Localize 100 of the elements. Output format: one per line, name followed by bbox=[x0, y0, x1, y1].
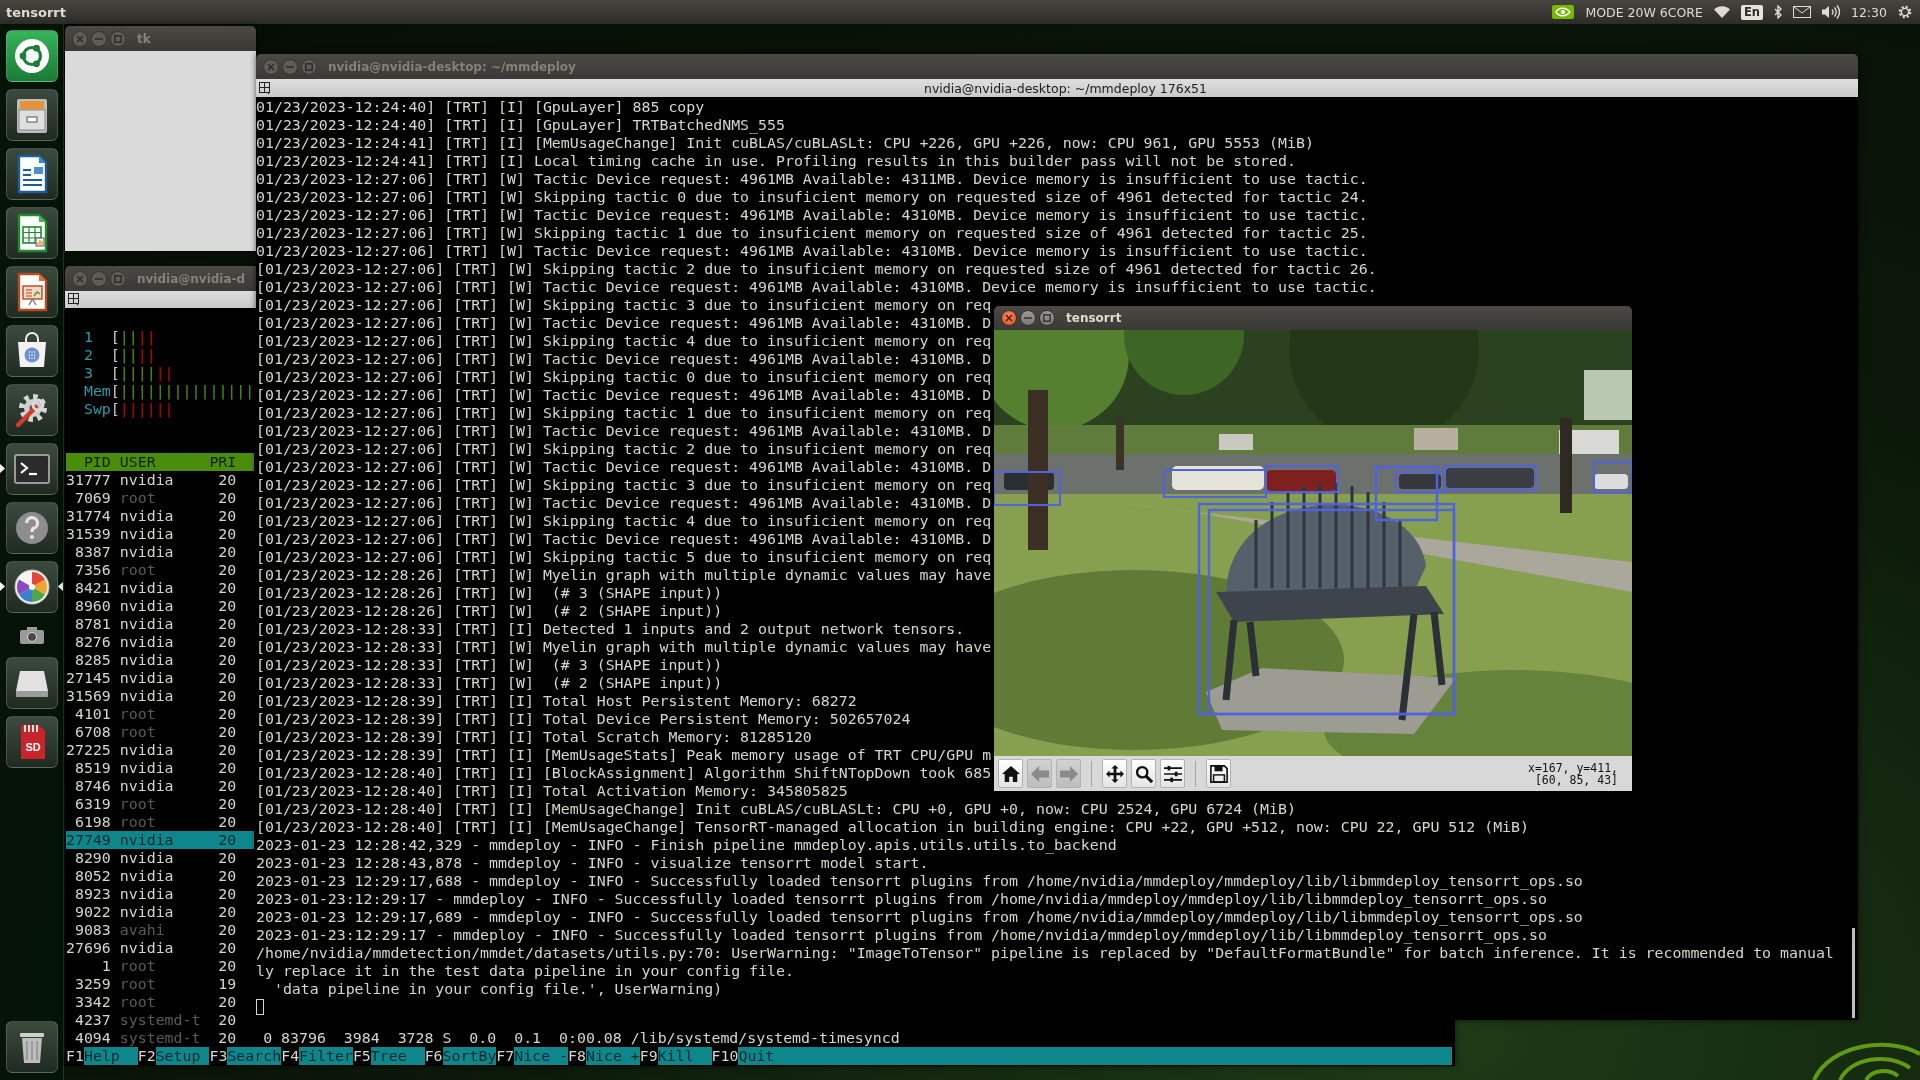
power-mode-label[interactable]: MODE 20W 6CORE bbox=[1585, 4, 1703, 20]
key-label: F4 bbox=[281, 1047, 300, 1065]
terminal-line: [01/23/2023-12:27:06] [TRT] [W] Tactic Device request: 4961MB Available: 4310MB. D bbox=[256, 314, 992, 332]
process-row[interactable]: 4094 systemd-t 20 0 83796 3984 3728 S 0.0 0.1 0:00.08 /lib/systemd/systemd-timesyncd bbox=[66, 1029, 900, 1047]
process-row[interactable]: 6198 root 20 bbox=[66, 813, 254, 831]
process-row[interactable]: 1 root 20 bbox=[66, 957, 254, 975]
launcher-button[interactable] bbox=[5, 561, 58, 613]
process-row[interactable]: 6319 root 20 bbox=[66, 795, 254, 813]
configure-button[interactable] bbox=[1160, 759, 1185, 788]
volume-icon[interactable] bbox=[1821, 5, 1840, 19]
process-row[interactable]: 6708 root 20 bbox=[66, 723, 254, 741]
function-key-button[interactable]: Tree bbox=[370, 1047, 425, 1065]
mail-icon[interactable] bbox=[1792, 6, 1811, 18]
scrollbar-thumb[interactable] bbox=[1852, 928, 1855, 1018]
terminal-line: [01/23/2023-12:28:39] [TRT] [I] Total Scratch Memory: 81285120 bbox=[256, 728, 812, 746]
table-header[interactable]: PID USER PRI bbox=[66, 453, 254, 471]
function-key-button[interactable]: Nice + bbox=[586, 1047, 640, 1065]
keyboard-layout-indicator[interactable]: En bbox=[1740, 4, 1763, 20]
terminal-line: [01/23/2023-12:28:26] [TRT] [W] (# 2 (SHAPE input)) bbox=[256, 602, 723, 620]
process-row[interactable]: 8052 nvidia 20 bbox=[66, 867, 254, 885]
minimize-icon bbox=[95, 277, 103, 280]
launcher-button[interactable] bbox=[5, 266, 58, 318]
wifi-icon[interactable] bbox=[1713, 6, 1730, 18]
process-row[interactable]: 27696 nvidia 20 bbox=[66, 939, 254, 957]
process-row[interactable]: 8923 nvidia 20 bbox=[66, 885, 254, 903]
terminal-line: 2023-01-23 12:29:17,689 - mmdeploy - INFO - Successfully loaded tensorrt plugins from /home/nvidia/mmdeploy/mmdeploy/lib/libmmdeploy_tensorrt_ops.so bbox=[256, 908, 1583, 926]
process-row[interactable]: 8781 nvidia 20 bbox=[66, 615, 254, 633]
process-row[interactable]: 31539 nvidia 20 bbox=[66, 525, 254, 543]
zoom-button[interactable] bbox=[1131, 759, 1156, 788]
function-key-button[interactable]: SortBy bbox=[442, 1047, 497, 1065]
launcher-button[interactable] bbox=[5, 657, 58, 709]
launcher-button[interactable] bbox=[5, 89, 58, 141]
process-row[interactable]: 8387 nvidia 20 bbox=[66, 543, 254, 561]
process-row[interactable]: 8290 nvidia 20 bbox=[66, 849, 254, 867]
meter-value-label: [|||||| bbox=[110, 400, 174, 418]
window-title: nvidia@nvidia-d bbox=[137, 271, 246, 286]
process-row[interactable]: 8421 nvidia 20 bbox=[66, 579, 254, 597]
terminal-line: [01/23/2023-12:28:40] [TRT] [I] [MemUsageChange] Init cuBLAS/cuBLASLt: CPU +0, GPU +0, now: CPU 2524, GPU 6724 (MiB) bbox=[256, 800, 1296, 818]
terminal-line: 2023-01-23 12:28:42,329 - mmdeploy - INFO - Finish pipeline mmdeploy.apis.utils.utils.to_backend bbox=[256, 836, 1117, 854]
pinwheel-icon bbox=[11, 567, 52, 607]
process-row[interactable]: 8285 nvidia 20 bbox=[66, 651, 254, 669]
terminal-line: [01/23/2023-12:27:06] [TRT] [W] Skipping tactic 4 due to insuficient memory on req bbox=[256, 332, 992, 350]
pan-button[interactable] bbox=[1102, 759, 1127, 788]
home-button[interactable] bbox=[998, 759, 1023, 788]
text-cursor-icon bbox=[256, 999, 264, 1015]
process-row[interactable]: 3259 root 19 bbox=[66, 975, 254, 993]
launcher-button[interactable] bbox=[5, 207, 58, 259]
close-button[interactable] bbox=[1001, 310, 1017, 326]
launcher-button[interactable] bbox=[5, 325, 58, 377]
launcher-button[interactable] bbox=[5, 384, 58, 436]
key-label: F1 bbox=[66, 1047, 84, 1065]
terminal-line: [01/23/2023-12:28:39] [TRT] [I] Total Device Persistent Memory: 502657024 bbox=[256, 710, 911, 728]
launcher-button[interactable] bbox=[5, 443, 58, 495]
function-key-button[interactable]: Kill bbox=[657, 1047, 712, 1065]
process-row[interactable]: 27225 nvidia 20 bbox=[66, 741, 254, 759]
process-row[interactable]: 9083 avahi 20 bbox=[66, 921, 254, 939]
launcher-button[interactable] bbox=[5, 1021, 58, 1073]
process-row[interactable]: 31777 nvidia 20 bbox=[66, 471, 254, 489]
terminal-line: 2023-01-23:12:29:17 - mmdeploy - INFO - Successfully loaded tensorrt plugins from /home/nvidia/mmdeploy/mmdeploy/lib/libmmdeploy_tensorrt_ops.so bbox=[256, 890, 1547, 908]
terminal-line: 01/23/2023-12:24:40] [TRT] [I] [GpuLayer] TRTBatchedNMS_555 bbox=[256, 116, 785, 134]
pixel-value: [60, 85, 43] bbox=[1534, 773, 1618, 786]
launcher-button[interactable] bbox=[5, 148, 58, 200]
function-key-button[interactable]: Help bbox=[83, 1047, 138, 1065]
meter-label: 3 bbox=[83, 364, 94, 382]
process-row[interactable]: 8519 nvidia 20 bbox=[66, 759, 254, 777]
maximize-button[interactable] bbox=[1039, 310, 1055, 326]
process-row[interactable]: 3342 root 20 bbox=[66, 993, 254, 1011]
process-row[interactable]: 4237 systemd-t 20 bbox=[66, 1011, 254, 1029]
window-title: nvidia@nvidia-desktop: ~/mmdeploy bbox=[328, 59, 576, 74]
maximize-icon bbox=[305, 62, 313, 71]
terminal-line: [01/23/2023-12:28:39] [TRT] [I] Total Host Persistent Memory: 68272 bbox=[256, 692, 857, 710]
launcher-button[interactable]: SD bbox=[5, 716, 58, 768]
process-row[interactable]: 7356 root 20 bbox=[66, 561, 254, 579]
bluetooth-icon[interactable] bbox=[1773, 5, 1782, 19]
function-key-button[interactable]: Filter bbox=[299, 1047, 353, 1065]
process-row[interactable]: 8746 nvidia 20 bbox=[66, 777, 254, 795]
function-key-button[interactable]: Setup bbox=[155, 1047, 210, 1065]
process-row[interactable]: 7069 root 20 bbox=[66, 489, 254, 507]
clock[interactable]: 12:30 bbox=[1850, 4, 1887, 20]
process-row[interactable]: 31569 nvidia 20 bbox=[66, 687, 254, 705]
launcher-button[interactable] bbox=[5, 502, 58, 554]
process-row[interactable]: 27749 nvidia 20 bbox=[66, 831, 254, 849]
close-icon bbox=[76, 34, 84, 43]
settings-icon[interactable] bbox=[1898, 5, 1912, 19]
launcher-button[interactable] bbox=[5, 30, 58, 82]
save-button[interactable] bbox=[1206, 759, 1231, 788]
sliders-icon bbox=[1163, 764, 1182, 783]
minimize-button[interactable] bbox=[1020, 310, 1036, 326]
meter-value-label: [||||||||||||||| bbox=[110, 382, 255, 400]
process-row[interactable]: 8960 nvidia 20 bbox=[66, 597, 254, 615]
function-key-button[interactable]: Quit bbox=[738, 1047, 793, 1065]
process-row[interactable]: 9022 nvidia 20 bbox=[66, 903, 254, 921]
function-key-button[interactable]: Search bbox=[227, 1047, 282, 1065]
function-key-button[interactable]: Nice - bbox=[514, 1047, 569, 1065]
process-row[interactable]: 4101 root 20 bbox=[66, 705, 254, 723]
terminal-line: [01/23/2023-12:27:06] [TRT] [W] Tactic Device request: 4961MB Available: 4310MB. D bbox=[256, 494, 992, 512]
process-row[interactable]: 8276 nvidia 20 bbox=[66, 633, 254, 651]
process-row[interactable]: 31774 nvidia 20 bbox=[66, 507, 254, 525]
process-row[interactable]: 27145 nvidia 20 bbox=[66, 669, 254, 687]
eye-logo-icon[interactable] bbox=[1552, 5, 1575, 19]
